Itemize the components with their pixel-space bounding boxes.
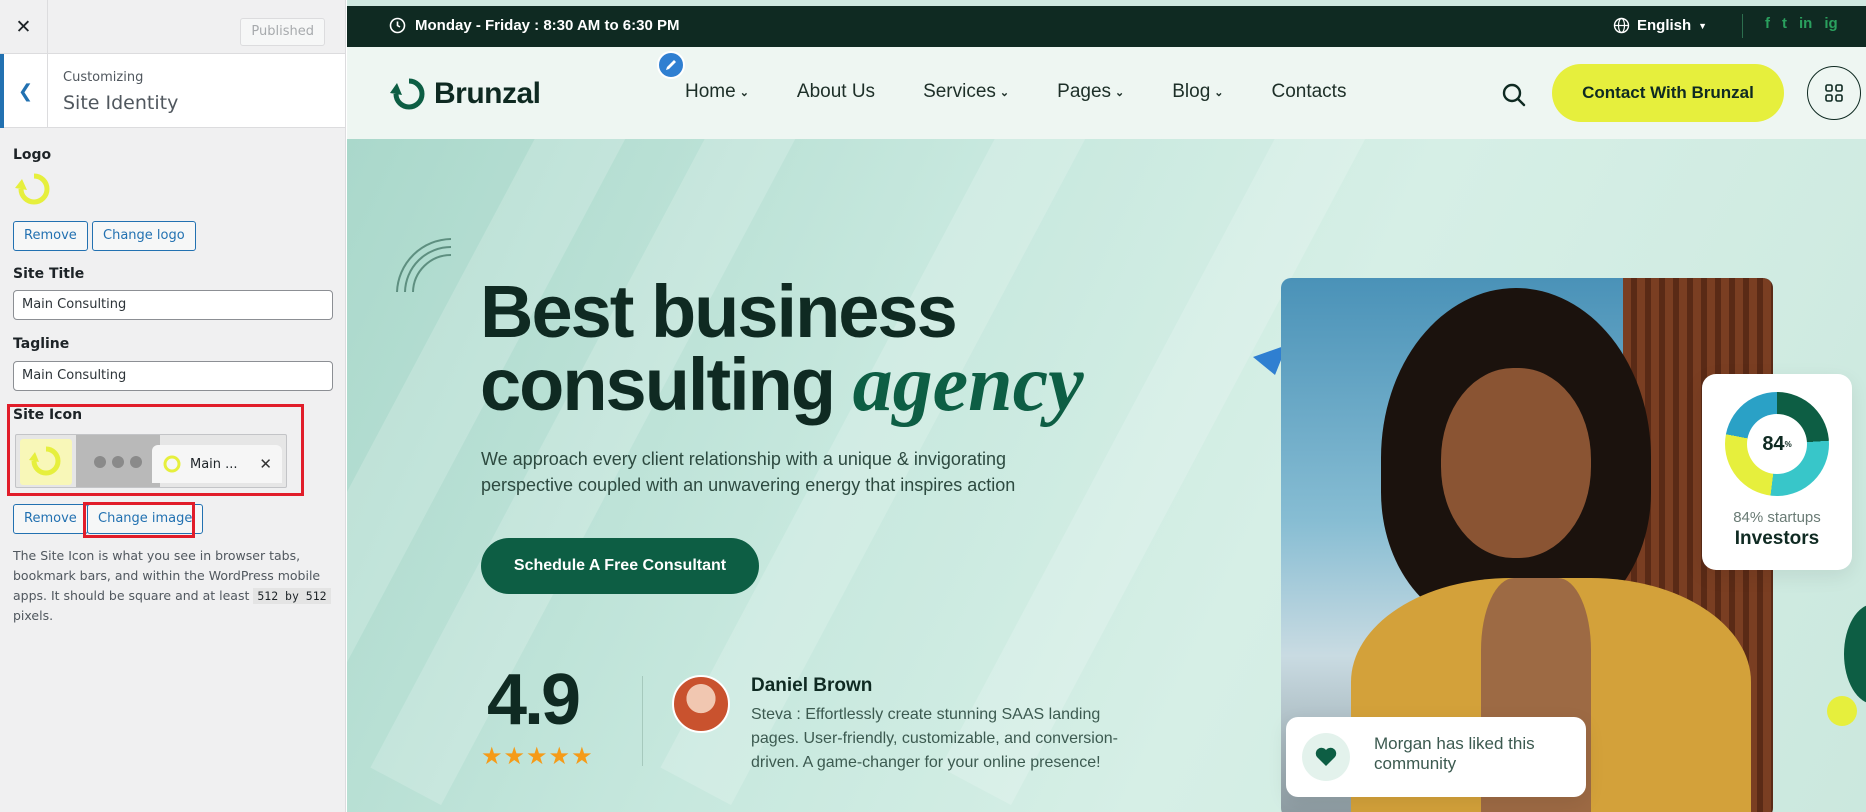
- chevron-down-icon: ⌄: [1214, 86, 1224, 99]
- back-button[interactable]: ❮: [0, 54, 48, 128]
- tagline-label: Tagline: [13, 336, 70, 352]
- grid-icon: [1825, 84, 1843, 102]
- nav-item-contacts[interactable]: Contacts: [1271, 81, 1346, 103]
- stat-title: Investors: [1734, 528, 1820, 549]
- nav-menu: Home ⌄ About Us Services ⌄ Pages ⌄ Blog ⌄ Co…: [685, 81, 1394, 103]
- chevron-down-icon: ⌄: [1115, 86, 1125, 99]
- contact-with-brunzal-button[interactable]: Contact With Brunzal: [1552, 64, 1784, 122]
- site-logo[interactable]: Brunzal: [390, 75, 541, 113]
- nav-item-pages[interactable]: Pages ⌄: [1057, 81, 1124, 103]
- site-title-label: Site Title: [13, 266, 85, 282]
- brand-name: Brunzal: [434, 77, 541, 110]
- business-hours: Monday - Friday : 8:30 AM to 6:30 PM: [389, 17, 680, 34]
- stat-divider: [642, 676, 643, 766]
- site-title-input[interactable]: Main Consulting: [13, 290, 333, 320]
- size-code: 512 by 512: [253, 588, 331, 604]
- social-links: f t in ig: [1765, 15, 1838, 32]
- hero-title: Best business consulting agency: [480, 270, 1084, 428]
- hero-subtitle: We approach every client relationship wi…: [481, 449, 1016, 495]
- stat-caption: 84% startups: [1733, 509, 1821, 526]
- site-preview: Monday - Friday : 8:30 AM to 6:30 PM Eng…: [347, 0, 1866, 812]
- donut-value: 84: [1762, 432, 1785, 455]
- top-bar: Monday - Friday : 8:30 AM to 6:30 PM Eng…: [347, 6, 1866, 47]
- main-navbar: Brunzal Home ⌄ About Us Services ⌄ Pages ⌄ …: [347, 47, 1866, 139]
- hero-section: Best business consulting agency We appro…: [347, 139, 1866, 812]
- published-button[interactable]: Published: [240, 18, 325, 46]
- icon-remove-button[interactable]: Remove: [13, 504, 88, 534]
- logo-thumbnail-icon: [15, 173, 50, 205]
- customizer-sidebar: ✕ Published ❮ Customizing Site Identity …: [0, 0, 346, 812]
- chevron-down-icon: ⌄: [999, 86, 1010, 99]
- twitter-icon[interactable]: t: [1782, 15, 1787, 32]
- decor-blob: [1844, 604, 1866, 704]
- nav-item-blog[interactable]: Blog ⌄: [1172, 81, 1223, 103]
- avatar: [672, 675, 730, 733]
- logo-remove-button[interactable]: Remove: [13, 221, 88, 251]
- decor-dot: [1827, 696, 1857, 726]
- site-icon-description: The Site Icon is what you see in browser…: [13, 546, 333, 626]
- instagram-icon[interactable]: ig: [1824, 15, 1837, 32]
- investors-stat-card: 84% 84% startups Investors: [1702, 374, 1852, 570]
- arc-decoration: [396, 238, 452, 293]
- clock-icon: [389, 17, 406, 34]
- schedule-consultant-button[interactable]: Schedule A Free Consultant: [481, 538, 759, 594]
- review-text: Steva : Effortlessly create stunning SAA…: [751, 706, 1118, 771]
- section-title: Site Identity: [63, 92, 179, 114]
- chevron-down-icon: ⌄: [739, 86, 749, 99]
- heart-badge: [1302, 733, 1350, 781]
- customizer-header: ✕ Published: [0, 0, 345, 54]
- tagline-input[interactable]: Main Consulting: [13, 361, 333, 391]
- topbar-divider: [1742, 14, 1743, 38]
- caret-down-icon: ▼: [1698, 20, 1708, 31]
- change-logo-button[interactable]: Change logo: [92, 221, 196, 251]
- nav-item-services[interactable]: Services ⌄: [923, 81, 1009, 103]
- globe-icon: [1613, 17, 1630, 34]
- search-icon[interactable]: [1501, 82, 1527, 108]
- language-selector[interactable]: English ▼: [1613, 17, 1707, 34]
- edit-shortcut-button[interactable]: [657, 51, 685, 79]
- community-text: Morgan has liked this community: [1374, 734, 1535, 773]
- nav-item-about-us[interactable]: About Us: [797, 81, 875, 103]
- close-customizer-button[interactable]: ✕: [0, 0, 48, 54]
- logo-label: Logo: [13, 147, 52, 163]
- linkedin-icon[interactable]: in: [1799, 15, 1812, 32]
- rating-stars: ★★★★★: [481, 742, 594, 770]
- reviewer-name: Daniel Brown: [751, 675, 873, 696]
- pencil-icon: [666, 60, 676, 70]
- heart-icon: [1315, 747, 1337, 766]
- hero-title-accent: agency: [852, 340, 1084, 428]
- close-icon: ✕: [15, 16, 32, 38]
- rating-value: 4.9: [487, 660, 581, 740]
- menu-grid-button[interactable]: [1807, 66, 1861, 120]
- highlight-change-image: [83, 502, 195, 538]
- highlight-site-icon: [7, 404, 304, 496]
- breadcrumb: Customizing: [63, 70, 144, 85]
- section-header: ❮ Customizing Site Identity: [0, 54, 345, 128]
- community-card: Morgan has liked this community: [1286, 717, 1586, 797]
- donut-chart: 84%: [1725, 392, 1829, 496]
- chevron-left-icon: ❮: [17, 80, 34, 102]
- nav-item-home[interactable]: Home ⌄: [685, 81, 749, 103]
- facebook-icon[interactable]: f: [1765, 15, 1770, 32]
- brand-logo-icon: [390, 78, 425, 110]
